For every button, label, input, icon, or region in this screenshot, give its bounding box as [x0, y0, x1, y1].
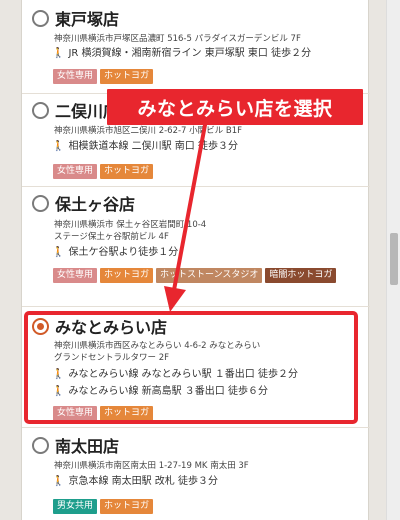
radio-unchecked-icon[interactable]	[32, 101, 49, 119]
tag-hot-yoga: ホットヨガ	[100, 268, 154, 283]
tag-women-only: 女性専用	[53, 69, 98, 84]
store-access: 🚶 相模鉄道本線 二俣川駅 南口 徒歩３分	[52, 139, 238, 154]
store-address: 神奈川県横浜市旭区二俣川 2-62-7 小関ビル B1F	[54, 126, 243, 136]
store-name: 南太田店	[55, 437, 120, 456]
store-name-row: 南太田店	[32, 434, 119, 456]
tag-dark-hot-yoga: 暗闇ホットヨガ	[265, 268, 337, 283]
store-item-higashi-totsuka[interactable]: 東戸塚店 神奈川県横浜市戸塚区品濃町 516-5 パラダイスガーデンビル 7F …	[22, 0, 370, 94]
store-name-row: 保土ヶ谷店	[32, 192, 135, 214]
selection-highlight-box	[24, 311, 358, 424]
walking-person-icon: 🚶	[52, 247, 65, 258]
radio-unchecked-icon[interactable]	[32, 9, 49, 27]
walking-person-icon: 🚶	[52, 476, 65, 487]
store-name-row: 二俣川店	[32, 99, 119, 121]
store-item-hodogaya[interactable]: 保土ヶ谷店 神奈川県横浜市 保土ヶ谷区岩間町 10-4 ステージ保土ヶ谷駅前ビル…	[22, 187, 370, 307]
access-text: JR 横須賀線・湘南新宿ライン 東戸塚駅 東口 徒歩２分	[68, 48, 312, 59]
annotation-callout: みなとみらい店を選択	[107, 89, 363, 125]
store-name: 東戸塚店	[55, 10, 120, 29]
store-access: 🚶 保土ケ谷駅より徒歩１分	[52, 245, 178, 260]
store-name: 保土ヶ谷店	[55, 195, 136, 214]
store-address-line-1: 神奈川県横浜市 保土ヶ谷区岩間町 10-4	[54, 220, 207, 230]
tag-women-only: 女性専用	[53, 164, 98, 179]
tag-unisex: 男女共用	[53, 499, 98, 514]
tag-hot-yoga: ホットヨガ	[100, 499, 154, 514]
tag-hot-stone-studio: ホットストーンスタジオ	[156, 268, 263, 283]
store-access: 🚶 JR 横須賀線・湘南新宿ライン 東戸塚駅 東口 徒歩２分	[52, 46, 311, 61]
store-tags: 女性専用 ホットヨガ	[53, 164, 353, 179]
walking-person-icon: 🚶	[52, 48, 65, 59]
store-address-line-2: ステージ保土ヶ谷駅前ビル 4F	[54, 232, 169, 242]
tag-hot-yoga: ホットヨガ	[100, 69, 154, 84]
access-text: 京急本線 南太田駅 改札 徒歩３分	[68, 476, 218, 487]
store-access: 🚶 京急本線 南太田駅 改札 徒歩３分	[52, 474, 218, 489]
store-tags: 女性専用 ホットヨガ ホットストーンスタジオ 暗闇ホットヨガ	[53, 268, 353, 283]
store-tags: 男女共用 ホットヨガ	[53, 499, 353, 514]
scrollbar-thumb[interactable]	[390, 233, 398, 285]
store-address: 神奈川県横浜市戸塚区品濃町 516-5 パラダイスガーデンビル 7F	[54, 34, 301, 44]
store-item-minami-ota[interactable]: 南太田店 神奈川県横浜市南区南太田 1-27-19 MK 南太田 3F 🚶 京急…	[22, 428, 370, 520]
store-address: 神奈川県横浜市南区南太田 1-27-19 MK 南太田 3F	[54, 461, 249, 471]
access-text: 保土ケ谷駅より徒歩１分	[68, 247, 179, 258]
tag-women-only: 女性専用	[53, 268, 98, 283]
tag-hot-yoga: ホットヨガ	[100, 164, 154, 179]
store-list-panel: 東戸塚店 神奈川県横浜市戸塚区品濃町 516-5 パラダイスガーデンビル 7F …	[21, 0, 370, 520]
access-text: 相模鉄道本線 二俣川駅 南口 徒歩３分	[68, 141, 238, 152]
store-name-row: 東戸塚店	[32, 7, 119, 29]
store-tags: 女性専用 ホットヨガ	[53, 69, 353, 84]
radio-unchecked-icon[interactable]	[32, 194, 49, 212]
scrollbar[interactable]	[386, 0, 400, 520]
radio-unchecked-icon[interactable]	[32, 436, 49, 454]
walking-person-icon: 🚶	[52, 141, 65, 152]
